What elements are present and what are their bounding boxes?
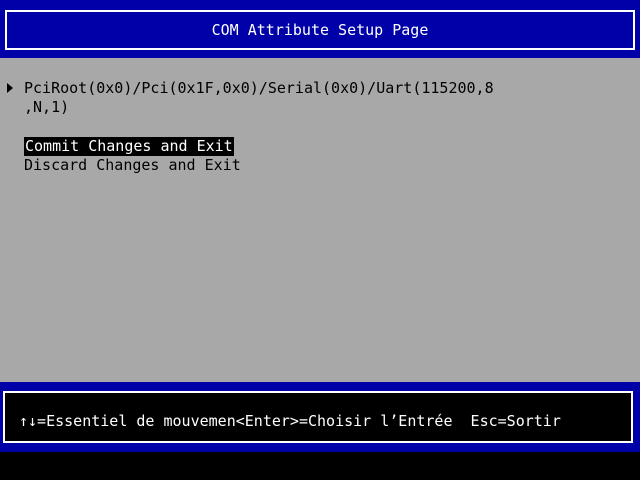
bios-setup-screen: COM Attribute Setup Page PciRoot(0x0)/Pc… (0, 0, 640, 480)
discard-changes-button[interactable]: Discard Changes and Exit (24, 156, 241, 175)
commit-changes-button[interactable]: Commit Changes and Exit (24, 137, 234, 156)
header-bar: COM Attribute Setup Page (0, 0, 640, 58)
header-frame: COM Attribute Setup Page (5, 10, 635, 50)
help-frame: ↑↓=Essentiel de mouvemen<Enter>=Choisir … (3, 391, 633, 443)
device-path-item[interactable]: PciRoot(0x0)/Pci(0x1F,0x0)/Serial(0x0)/U… (24, 79, 494, 98)
page-title: COM Attribute Setup Page (211, 21, 429, 39)
menu-panel: PciRoot(0x0)/Pci(0x1F,0x0)/Serial(0x0)/U… (0, 58, 640, 382)
right-triangle-icon (7, 83, 13, 93)
key-help-text: ↑↓=Essentiel de mouvemen<Enter>=Choisir … (19, 412, 561, 430)
device-path-item-continuation[interactable]: ,N,1) (24, 98, 69, 117)
footer-bar: ↑↓=Essentiel de mouvemen<Enter>=Choisir … (0, 382, 640, 452)
bottom-strip (0, 452, 640, 480)
